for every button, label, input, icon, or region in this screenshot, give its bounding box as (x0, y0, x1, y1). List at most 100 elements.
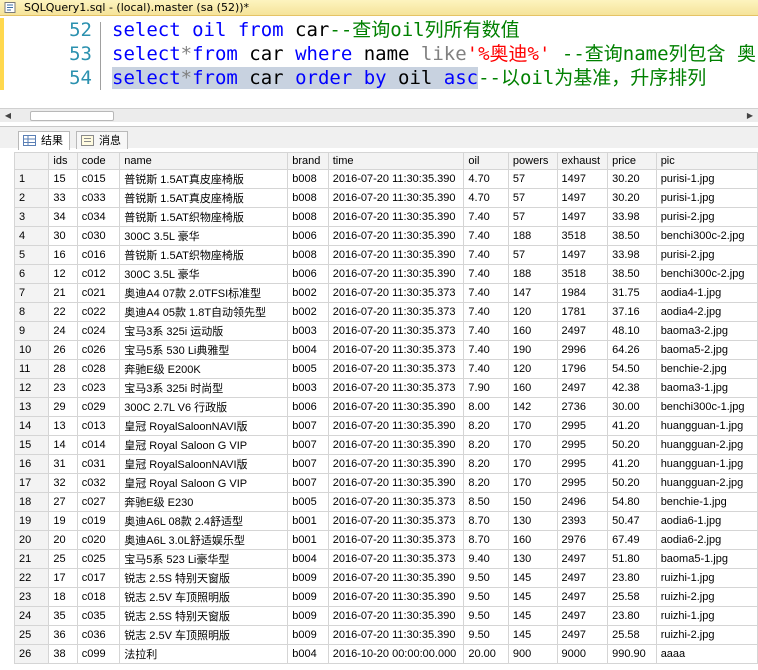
cell-time[interactable]: 2016-07-20 11:30:35.390 (327, 473, 465, 493)
cell-exhaust[interactable]: 2995 (556, 435, 609, 455)
row-number[interactable]: 11 (13, 359, 50, 379)
table-row[interactable]: 26 38 c099 法拉利 b004 2016-10-20 00:00:00.000 20… (13, 644, 758, 664)
cell-brand[interactable]: b009 (287, 625, 329, 645)
cell-pic[interactable]: purisi-1.jpg (655, 169, 758, 189)
cell-brand[interactable]: b005 (287, 492, 329, 512)
column-header-price[interactable]: price (607, 152, 657, 170)
cell-price[interactable]: 25.58 (607, 587, 657, 607)
cell-brand[interactable]: b001 (287, 511, 329, 531)
cell-ids[interactable]: 22 (48, 302, 78, 322)
cell-exhaust[interactable]: 1781 (556, 302, 609, 322)
row-number[interactable]: 18 (13, 492, 50, 512)
cell-code[interactable]: c034 (76, 207, 121, 227)
cell-code[interactable]: c035 (76, 606, 121, 626)
cell-name[interactable]: 奥迪A4 05款 1.8T自动领先型 (119, 302, 289, 322)
cell-oil[interactable]: 20.00 (463, 644, 509, 664)
cell-brand[interactable]: b004 (287, 340, 329, 360)
cell-oil[interactable]: 8.20 (463, 416, 509, 436)
cell-name[interactable]: 300C 3.5L 豪华 (119, 226, 289, 246)
cell-name[interactable]: 锐志 2.5S 特别天窗版 (119, 568, 289, 588)
column-header-ids[interactable]: ids (48, 152, 78, 170)
column-header-name[interactable]: name (119, 152, 289, 170)
cell-ids[interactable]: 29 (48, 397, 78, 417)
cell-time[interactable]: 2016-07-20 11:30:35.390 (327, 435, 465, 455)
table-row[interactable]: 10 26 c026 宝马5系 530 Li典雅型 b004 2016-07-20 11:… (13, 340, 758, 360)
tab-messages[interactable]: 消息 (76, 131, 128, 149)
cell-oil[interactable]: 4.70 (463, 188, 509, 208)
row-number[interactable]: 24 (13, 606, 50, 626)
cell-oil[interactable]: 7.40 (463, 340, 509, 360)
cell-brand[interactable]: b004 (287, 549, 329, 569)
cell-powers[interactable]: 145 (507, 587, 558, 607)
table-row[interactable]: 12 23 c023 宝马3系 325i 时尚型 b003 2016-07-20 11:3… (13, 378, 758, 398)
cell-pic[interactable]: huangguan-2.jpg (655, 435, 758, 455)
column-header-brand[interactable]: brand (287, 152, 329, 170)
cell-code[interactable]: c029 (76, 397, 121, 417)
cell-powers[interactable]: 57 (507, 188, 558, 208)
cell-name[interactable]: 锐志 2.5V 车顶照明版 (119, 625, 289, 645)
cell-exhaust[interactable]: 1497 (556, 169, 609, 189)
cell-ids[interactable]: 23 (48, 378, 78, 398)
cell-exhaust[interactable]: 1497 (556, 245, 609, 265)
cell-brand[interactable]: b005 (287, 359, 329, 379)
cell-exhaust[interactable]: 1984 (556, 283, 609, 303)
cell-code[interactable]: c020 (76, 530, 121, 550)
cell-time[interactable]: 2016-07-20 11:30:35.390 (327, 169, 465, 189)
cell-ids[interactable]: 13 (48, 416, 78, 436)
cell-price[interactable]: 48.10 (607, 321, 657, 341)
cell-exhaust[interactable]: 1796 (556, 359, 609, 379)
cell-price[interactable]: 50.47 (607, 511, 657, 531)
row-number[interactable]: 26 (13, 644, 50, 664)
cell-pic[interactable]: huangguan-2.jpg (655, 473, 758, 493)
cell-time[interactable]: 2016-07-20 11:30:35.390 (327, 226, 465, 246)
cell-oil[interactable]: 9.50 (463, 625, 509, 645)
cell-time[interactable]: 2016-10-20 00:00:00.000 (327, 644, 465, 664)
cell-oil[interactable]: 9.50 (463, 568, 509, 588)
cell-time[interactable]: 2016-07-20 11:30:35.390 (327, 397, 465, 417)
cell-price[interactable]: 54.50 (607, 359, 657, 379)
cell-powers[interactable]: 160 (507, 530, 558, 550)
cell-price[interactable]: 37.16 (607, 302, 657, 322)
cell-oil[interactable]: 4.70 (463, 169, 509, 189)
cell-time[interactable]: 2016-07-20 11:30:35.390 (327, 587, 465, 607)
row-number[interactable]: 14 (13, 416, 50, 436)
cell-ids[interactable]: 12 (48, 264, 78, 284)
cell-code[interactable]: c027 (76, 492, 121, 512)
row-number[interactable]: 20 (13, 530, 50, 550)
cell-time[interactable]: 2016-07-20 11:30:35.390 (327, 416, 465, 436)
cell-pic[interactable]: benchie-2.jpg (655, 359, 758, 379)
row-number[interactable]: 12 (13, 378, 50, 398)
table-row[interactable]: 2 33 c033 普锐斯 1.5AT真皮座椅版 b008 2016-07-20 11:3… (13, 188, 758, 208)
row-number[interactable]: 4 (13, 226, 50, 246)
cell-oil[interactable]: 8.20 (463, 435, 509, 455)
cell-powers[interactable]: 150 (507, 492, 558, 512)
cell-code[interactable]: c021 (76, 283, 121, 303)
cell-oil[interactable]: 7.40 (463, 226, 509, 246)
cell-brand[interactable]: b002 (287, 302, 329, 322)
row-number[interactable]: 6 (13, 264, 50, 284)
cell-brand[interactable]: b009 (287, 568, 329, 588)
cell-exhaust[interactable]: 2497 (556, 549, 609, 569)
cell-time[interactable]: 2016-07-20 11:30:35.390 (327, 606, 465, 626)
cell-powers[interactable]: 190 (507, 340, 558, 360)
cell-ids[interactable]: 17 (48, 568, 78, 588)
cell-price[interactable]: 990.90 (607, 644, 657, 664)
cell-exhaust[interactable]: 2995 (556, 454, 609, 474)
cell-ids[interactable]: 14 (48, 435, 78, 455)
cell-code[interactable]: c013 (76, 416, 121, 436)
cell-exhaust[interactable]: 2496 (556, 492, 609, 512)
cell-pic[interactable]: baoma5-2.jpg (655, 340, 758, 360)
cell-brand[interactable]: b006 (287, 397, 329, 417)
cell-ids[interactable]: 20 (48, 530, 78, 550)
cell-price[interactable]: 41.20 (607, 454, 657, 474)
cell-powers[interactable]: 900 (507, 644, 558, 664)
cell-brand[interactable]: b008 (287, 169, 329, 189)
results-grid[interactable]: ids code name brand time oil powers exhaust pric… (13, 152, 758, 664)
cell-exhaust[interactable]: 1497 (556, 188, 609, 208)
cell-name[interactable]: 普锐斯 1.5AT织物座椅版 (119, 207, 289, 227)
cell-ids[interactable]: 30 (48, 226, 78, 246)
table-row[interactable]: 21 25 c025 宝马5系 523 Li豪华型 b004 2016-07-20 11:… (13, 549, 758, 569)
cell-price[interactable]: 30.20 (607, 169, 657, 189)
cell-code[interactable]: c012 (76, 264, 121, 284)
cell-name[interactable]: 锐志 2.5S 特别天窗版 (119, 606, 289, 626)
